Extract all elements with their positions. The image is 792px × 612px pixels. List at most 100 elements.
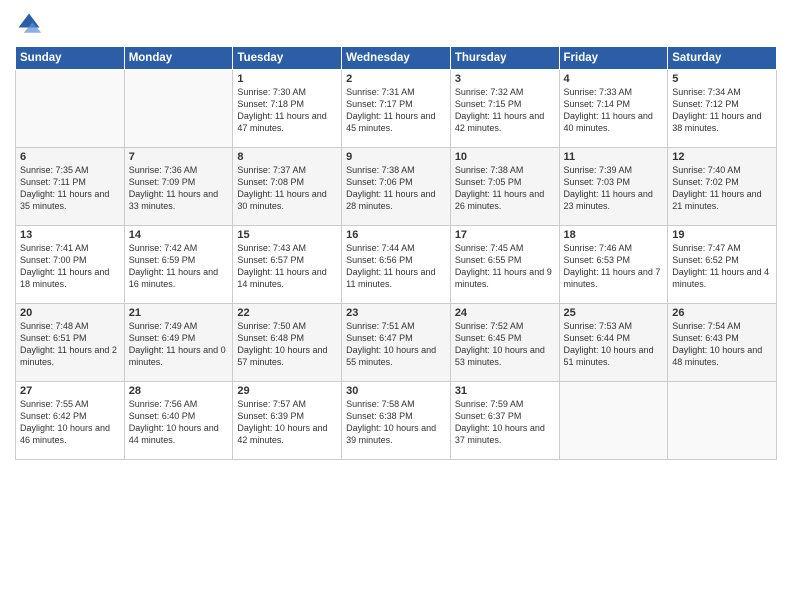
day-number: 19	[672, 229, 772, 241]
header-cell-wednesday: Wednesday	[342, 47, 451, 70]
day-cell: 25Sunrise: 7:53 AM Sunset: 6:44 PM Dayli…	[559, 304, 668, 382]
day-number: 15	[237, 229, 337, 241]
day-cell: 10Sunrise: 7:38 AM Sunset: 7:05 PM Dayli…	[450, 148, 559, 226]
day-info: Sunrise: 7:44 AM Sunset: 6:56 PM Dayligh…	[346, 242, 446, 291]
day-number: 31	[455, 385, 555, 397]
day-info: Sunrise: 7:38 AM Sunset: 7:05 PM Dayligh…	[455, 164, 555, 213]
day-info: Sunrise: 7:46 AM Sunset: 6:53 PM Dayligh…	[564, 242, 664, 291]
day-number: 10	[455, 151, 555, 163]
day-info: Sunrise: 7:41 AM Sunset: 7:00 PM Dayligh…	[20, 242, 120, 291]
day-info: Sunrise: 7:31 AM Sunset: 7:17 PM Dayligh…	[346, 86, 446, 135]
day-cell	[124, 70, 233, 148]
day-number: 21	[129, 307, 229, 319]
header-cell-monday: Monday	[124, 47, 233, 70]
header-cell-tuesday: Tuesday	[233, 47, 342, 70]
day-number: 6	[20, 151, 120, 163]
week-row-5: 27Sunrise: 7:55 AM Sunset: 6:42 PM Dayli…	[16, 382, 777, 460]
day-cell: 12Sunrise: 7:40 AM Sunset: 7:02 PM Dayli…	[668, 148, 777, 226]
day-cell: 29Sunrise: 7:57 AM Sunset: 6:39 PM Dayli…	[233, 382, 342, 460]
day-number: 23	[346, 307, 446, 319]
day-number: 20	[20, 307, 120, 319]
day-number: 3	[455, 73, 555, 85]
day-info: Sunrise: 7:58 AM Sunset: 6:38 PM Dayligh…	[346, 398, 446, 447]
day-number: 13	[20, 229, 120, 241]
day-cell: 23Sunrise: 7:51 AM Sunset: 6:47 PM Dayli…	[342, 304, 451, 382]
day-cell: 17Sunrise: 7:45 AM Sunset: 6:55 PM Dayli…	[450, 226, 559, 304]
day-info: Sunrise: 7:32 AM Sunset: 7:15 PM Dayligh…	[455, 86, 555, 135]
day-number: 30	[346, 385, 446, 397]
day-info: Sunrise: 7:43 AM Sunset: 6:57 PM Dayligh…	[237, 242, 337, 291]
logo-icon	[15, 10, 43, 38]
day-cell: 5Sunrise: 7:34 AM Sunset: 7:12 PM Daylig…	[668, 70, 777, 148]
day-info: Sunrise: 7:54 AM Sunset: 6:43 PM Dayligh…	[672, 320, 772, 369]
day-cell: 2Sunrise: 7:31 AM Sunset: 7:17 PM Daylig…	[342, 70, 451, 148]
day-number: 24	[455, 307, 555, 319]
day-cell: 30Sunrise: 7:58 AM Sunset: 6:38 PM Dayli…	[342, 382, 451, 460]
day-info: Sunrise: 7:35 AM Sunset: 7:11 PM Dayligh…	[20, 164, 120, 213]
day-number: 17	[455, 229, 555, 241]
day-info: Sunrise: 7:40 AM Sunset: 7:02 PM Dayligh…	[672, 164, 772, 213]
day-cell: 19Sunrise: 7:47 AM Sunset: 6:52 PM Dayli…	[668, 226, 777, 304]
day-info: Sunrise: 7:59 AM Sunset: 6:37 PM Dayligh…	[455, 398, 555, 447]
day-cell: 3Sunrise: 7:32 AM Sunset: 7:15 PM Daylig…	[450, 70, 559, 148]
day-info: Sunrise: 7:39 AM Sunset: 7:03 PM Dayligh…	[564, 164, 664, 213]
week-row-3: 13Sunrise: 7:41 AM Sunset: 7:00 PM Dayli…	[16, 226, 777, 304]
day-info: Sunrise: 7:49 AM Sunset: 6:49 PM Dayligh…	[129, 320, 229, 369]
day-cell: 11Sunrise: 7:39 AM Sunset: 7:03 PM Dayli…	[559, 148, 668, 226]
day-cell: 6Sunrise: 7:35 AM Sunset: 7:11 PM Daylig…	[16, 148, 125, 226]
header-cell-friday: Friday	[559, 47, 668, 70]
day-info: Sunrise: 7:51 AM Sunset: 6:47 PM Dayligh…	[346, 320, 446, 369]
day-number: 4	[564, 73, 664, 85]
calendar-body: 1Sunrise: 7:30 AM Sunset: 7:18 PM Daylig…	[16, 70, 777, 460]
day-cell: 1Sunrise: 7:30 AM Sunset: 7:18 PM Daylig…	[233, 70, 342, 148]
day-number: 16	[346, 229, 446, 241]
day-number: 7	[129, 151, 229, 163]
day-number: 2	[346, 73, 446, 85]
day-cell: 13Sunrise: 7:41 AM Sunset: 7:00 PM Dayli…	[16, 226, 125, 304]
day-cell: 7Sunrise: 7:36 AM Sunset: 7:09 PM Daylig…	[124, 148, 233, 226]
header-cell-thursday: Thursday	[450, 47, 559, 70]
day-number: 27	[20, 385, 120, 397]
day-info: Sunrise: 7:53 AM Sunset: 6:44 PM Dayligh…	[564, 320, 664, 369]
day-cell: 22Sunrise: 7:50 AM Sunset: 6:48 PM Dayli…	[233, 304, 342, 382]
day-cell: 9Sunrise: 7:38 AM Sunset: 7:06 PM Daylig…	[342, 148, 451, 226]
day-cell: 15Sunrise: 7:43 AM Sunset: 6:57 PM Dayli…	[233, 226, 342, 304]
day-info: Sunrise: 7:42 AM Sunset: 6:59 PM Dayligh…	[129, 242, 229, 291]
day-number: 11	[564, 151, 664, 163]
day-info: Sunrise: 7:37 AM Sunset: 7:08 PM Dayligh…	[237, 164, 337, 213]
day-number: 5	[672, 73, 772, 85]
week-row-1: 1Sunrise: 7:30 AM Sunset: 7:18 PM Daylig…	[16, 70, 777, 148]
day-info: Sunrise: 7:52 AM Sunset: 6:45 PM Dayligh…	[455, 320, 555, 369]
day-info: Sunrise: 7:34 AM Sunset: 7:12 PM Dayligh…	[672, 86, 772, 135]
day-number: 9	[346, 151, 446, 163]
day-cell: 27Sunrise: 7:55 AM Sunset: 6:42 PM Dayli…	[16, 382, 125, 460]
day-cell: 28Sunrise: 7:56 AM Sunset: 6:40 PM Dayli…	[124, 382, 233, 460]
week-row-4: 20Sunrise: 7:48 AM Sunset: 6:51 PM Dayli…	[16, 304, 777, 382]
day-cell: 31Sunrise: 7:59 AM Sunset: 6:37 PM Dayli…	[450, 382, 559, 460]
day-number: 22	[237, 307, 337, 319]
day-info: Sunrise: 7:56 AM Sunset: 6:40 PM Dayligh…	[129, 398, 229, 447]
day-info: Sunrise: 7:50 AM Sunset: 6:48 PM Dayligh…	[237, 320, 337, 369]
day-info: Sunrise: 7:33 AM Sunset: 7:14 PM Dayligh…	[564, 86, 664, 135]
day-info: Sunrise: 7:36 AM Sunset: 7:09 PM Dayligh…	[129, 164, 229, 213]
day-cell: 26Sunrise: 7:54 AM Sunset: 6:43 PM Dayli…	[668, 304, 777, 382]
page: SundayMondayTuesdayWednesdayThursdayFrid…	[0, 0, 792, 612]
day-info: Sunrise: 7:47 AM Sunset: 6:52 PM Dayligh…	[672, 242, 772, 291]
day-number: 18	[564, 229, 664, 241]
day-cell: 8Sunrise: 7:37 AM Sunset: 7:08 PM Daylig…	[233, 148, 342, 226]
day-cell	[16, 70, 125, 148]
day-info: Sunrise: 7:45 AM Sunset: 6:55 PM Dayligh…	[455, 242, 555, 291]
calendar-header: SundayMondayTuesdayWednesdayThursdayFrid…	[16, 47, 777, 70]
day-info: Sunrise: 7:57 AM Sunset: 6:39 PM Dayligh…	[237, 398, 337, 447]
header	[15, 10, 777, 38]
day-cell: 16Sunrise: 7:44 AM Sunset: 6:56 PM Dayli…	[342, 226, 451, 304]
day-number: 29	[237, 385, 337, 397]
day-info: Sunrise: 7:38 AM Sunset: 7:06 PM Dayligh…	[346, 164, 446, 213]
header-row: SundayMondayTuesdayWednesdayThursdayFrid…	[16, 47, 777, 70]
day-cell: 24Sunrise: 7:52 AM Sunset: 6:45 PM Dayli…	[450, 304, 559, 382]
day-cell: 18Sunrise: 7:46 AM Sunset: 6:53 PM Dayli…	[559, 226, 668, 304]
day-number: 28	[129, 385, 229, 397]
day-number: 14	[129, 229, 229, 241]
day-info: Sunrise: 7:48 AM Sunset: 6:51 PM Dayligh…	[20, 320, 120, 369]
day-number: 8	[237, 151, 337, 163]
